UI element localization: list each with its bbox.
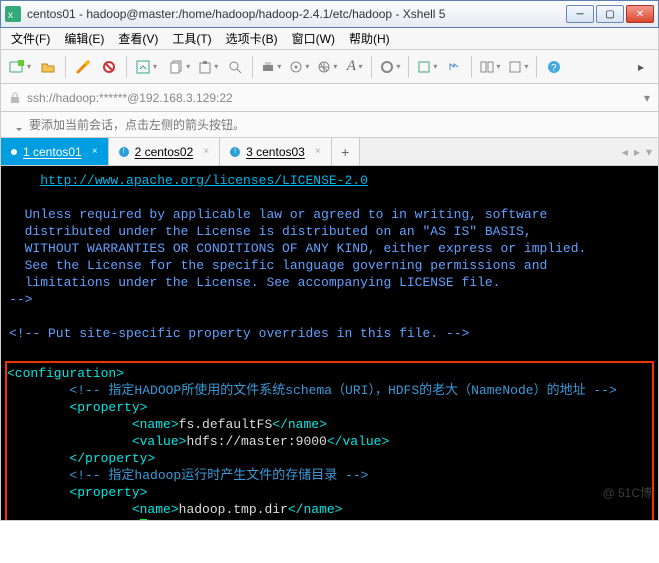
xml-tag: </name> (288, 502, 343, 517)
xml-comment: <!-- 指定hadoop运行时产生文件的存储目录 --> (69, 468, 368, 483)
disconnect-button[interactable] (98, 55, 120, 79)
toolbar: A ? ▸ (0, 50, 659, 84)
xml-tag: < (132, 519, 140, 521)
menu-tools[interactable]: 工具(T) (166, 28, 217, 49)
separator (126, 56, 127, 78)
tab-close-icon[interactable]: × (203, 146, 209, 157)
separator (65, 56, 66, 78)
close-button[interactable]: ✕ (626, 5, 654, 23)
paste-button[interactable] (196, 55, 220, 79)
tab-label: 1 centos01 (23, 145, 82, 159)
license-text: distributed under the License is distrib… (25, 224, 532, 239)
tools-button[interactable] (378, 55, 402, 79)
layout-button[interactable] (478, 55, 502, 79)
script-button[interactable] (415, 55, 439, 79)
menu-edit[interactable]: 编辑(E) (58, 28, 110, 49)
xml-value: hdfs://master:9000 (186, 434, 326, 449)
tab-centos02[interactable]: ! 2 centos02 × (109, 138, 221, 165)
xml-value: fs.defaultFS (179, 417, 273, 432)
xml-tag: </name> (272, 417, 327, 432)
xml-value: /home/hadoop/hadoop-2.4.1/tmp (186, 519, 412, 521)
print-button[interactable] (259, 55, 283, 79)
xml-comment: <!-- 指定HADOOP所使用的文件系统schema（URI），HDFS的老大… (69, 383, 616, 398)
encoding-button[interactable] (506, 55, 530, 79)
site-comment: <!-- Put site-specific property override… (9, 325, 650, 342)
window-title: centos01 - hadoop@master:/home/hadoop/ha… (27, 7, 566, 21)
maximize-button[interactable]: ▢ (596, 5, 624, 23)
profiles-button[interactable] (133, 55, 159, 79)
tab-list-icon[interactable]: ▾ (646, 145, 652, 159)
menu-tabs[interactable]: 选项卡(B) (220, 28, 284, 49)
license-text: See the License for the specific languag… (25, 258, 548, 273)
terminal-view[interactable]: http://www.apache.org/licenses/LICENSE-2… (0, 166, 659, 521)
separator (408, 56, 409, 78)
hint-text: 要添加当前会话，点击左侧的箭头按钮。 (29, 116, 245, 133)
hint-arrow-icon[interactable] (9, 118, 23, 132)
tab-active-icon (11, 149, 17, 155)
license-text: Unless required by applicable law or agr… (25, 207, 548, 222)
plus-icon: + (341, 144, 349, 160)
lock-icon (9, 92, 21, 104)
minimize-button[interactable]: ─ (566, 5, 594, 23)
xml-tag: <property> (69, 485, 147, 500)
tab-close-icon[interactable]: × (92, 146, 98, 157)
menu-window[interactable]: 窗口(W) (286, 28, 341, 49)
menu-help[interactable]: 帮助(H) (343, 28, 396, 49)
separator (252, 56, 253, 78)
watermark: @ 51C博 (602, 485, 652, 502)
xml-tag: <name> (132, 417, 179, 432)
toolbar-overflow[interactable]: ▸ (630, 55, 652, 79)
tab-label: 2 centos02 (135, 145, 194, 159)
address-text[interactable]: ssh://hadoop:******@192.168.3.129:22 (27, 91, 638, 105)
transfer-button[interactable] (443, 55, 465, 79)
xml-tag: <configuration> (7, 366, 124, 381)
menu-file[interactable]: 文件(F) (5, 28, 56, 49)
tab-centos01[interactable]: 1 centos01 × (1, 138, 109, 165)
separator (371, 56, 372, 78)
language-button[interactable] (315, 55, 339, 79)
app-icon: x (5, 6, 21, 22)
xml-value: hadoop.tmp.dir (179, 502, 288, 517)
tab-close-icon[interactable]: × (315, 146, 321, 157)
copy-button[interactable] (168, 55, 192, 79)
find-button[interactable] (224, 55, 246, 79)
xml-tag: <value> (132, 434, 187, 449)
separator (536, 56, 537, 78)
license-text: limitations under the License. See accom… (25, 275, 501, 290)
help-button[interactable]: ? (543, 55, 565, 79)
menu-bar: 文件(F) 编辑(E) 查看(V) 工具(T) 选项卡(B) 窗口(W) 帮助(… (0, 28, 659, 50)
separator (471, 56, 472, 78)
xml-tag: <property> (69, 400, 147, 415)
xml-tag: </value> (327, 434, 389, 449)
tab-bar: 1 centos01 × ! 2 centos02 × ! 3 centos03… (0, 138, 659, 166)
xml-tag: alue> (147, 519, 186, 521)
open-button[interactable] (37, 55, 59, 79)
xml-tag: </property> (69, 451, 155, 466)
properties-button[interactable] (287, 55, 311, 79)
tab-label: 3 centos03 (246, 145, 305, 159)
font-button[interactable]: A (343, 55, 365, 79)
tab-next-icon[interactable]: ▸ (634, 145, 640, 159)
tab-add-button[interactable]: + (332, 138, 360, 165)
license-url: http://www.apache.org/licenses/LICENSE-2… (40, 173, 368, 188)
license-text: WITHOUT WARRANTIES OR CONDITIONS OF ANY … (25, 241, 587, 256)
tab-centos03[interactable]: ! 3 centos03 × (220, 138, 332, 165)
reconnect-button[interactable] (72, 55, 94, 79)
highlight-box: <configuration> <!-- 指定HADOOP所使用的文件系统sch… (5, 361, 654, 521)
xml-tag: </value> (413, 519, 475, 521)
svg-text:x: x (8, 10, 13, 21)
tab-status-icon: ! (230, 147, 240, 157)
xml-tag: <name> (132, 502, 179, 517)
tab-prev-icon[interactable]: ◂ (622, 145, 628, 159)
address-dropdown-icon[interactable]: ▾ (644, 91, 650, 105)
svg-text:?: ? (551, 63, 557, 74)
menu-view[interactable]: 查看(V) (112, 28, 164, 49)
tab-status-icon: ! (119, 147, 129, 157)
comment-end: --> (9, 291, 650, 308)
new-session-button[interactable] (7, 55, 33, 79)
